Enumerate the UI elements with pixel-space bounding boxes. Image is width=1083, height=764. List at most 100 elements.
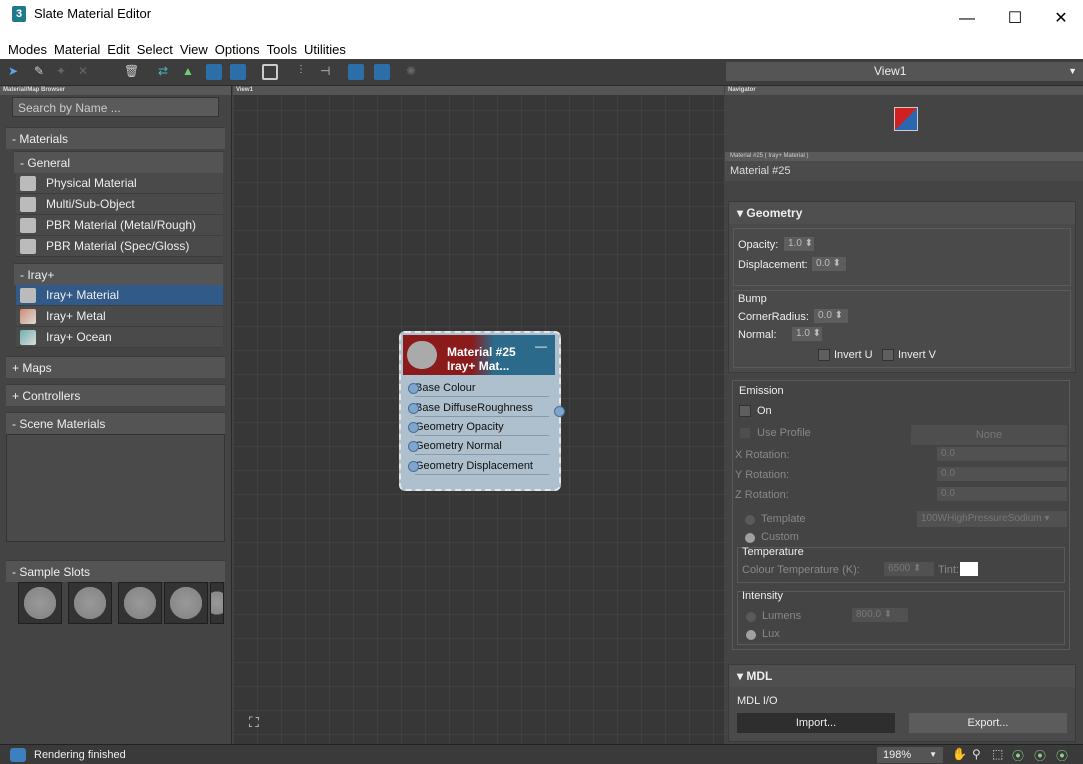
show-background-icon[interactable] (230, 64, 246, 80)
lux-radio[interactable] (746, 630, 756, 640)
sample-slot[interactable] (164, 582, 208, 624)
material-node[interactable]: Material #25 Iray+ Mat... — Base Colour … (399, 331, 565, 491)
view-selector[interactable]: View1 ▼ (726, 62, 1083, 81)
import-button[interactable]: Import... (737, 713, 895, 733)
emission-section: Emission On Use Profile None X Rotation:… (728, 378, 1076, 656)
opacity-spinner[interactable]: 1.0 ⬍ (784, 237, 814, 251)
menu-tools[interactable]: Tools (267, 40, 297, 59)
move-children-icon[interactable]: ⇄ (158, 64, 174, 80)
zoom-icon[interactable]: ⚲ (972, 747, 986, 761)
material-swatch-icon (20, 330, 36, 345)
node-slot-base-diffuse-roughness[interactable]: Base DiffuseRoughness (408, 399, 549, 417)
menu-options[interactable]: Options (215, 40, 260, 59)
show-shaded-icon[interactable] (206, 64, 222, 80)
tint-swatch[interactable] (960, 562, 978, 576)
invert-v-checkbox[interactable] (882, 349, 894, 361)
render-map-icon[interactable] (262, 64, 278, 80)
zoom-region-icon[interactable]: ⬚ (992, 747, 1006, 761)
scene-materials-section[interactable]: - Scene Materials (6, 412, 225, 434)
navigator-view[interactable] (725, 95, 1083, 152)
list-item[interactable]: Iray+ Material (16, 285, 223, 306)
select-by-material-icon[interactable]: ✺ (406, 64, 422, 80)
close-button[interactable]: ✕ (1038, 2, 1083, 36)
list-item[interactable]: PBR Material (Metal/Rough) (16, 215, 223, 236)
sample-slot[interactable] (68, 582, 112, 624)
search-input[interactable]: Search by Name ... (12, 97, 219, 117)
lumens-spinner[interactable]: 800.0 ⬍ (852, 608, 908, 622)
zoom-dropdown[interactable]: 198% ▼ (877, 747, 943, 763)
layout-all-icon[interactable]: ⋮ (296, 64, 312, 80)
sample-slot[interactable] (118, 582, 162, 624)
controllers-section[interactable]: + Controllers (6, 384, 225, 406)
mdl-rollout: ▾ MDL MDL I/O Import... Export... (728, 664, 1076, 742)
invert-u-checkbox[interactable] (818, 349, 830, 361)
node-slot-base-colour[interactable]: Base Colour (408, 379, 549, 397)
x-rotation-spinner[interactable]: 0.0 (937, 447, 1067, 461)
hide-unused-icon[interactable]: ▲ (182, 64, 198, 80)
corner-radius-spinner[interactable]: 0.0 ⬍ (814, 309, 848, 323)
menu-select[interactable]: Select (137, 40, 173, 59)
profile-button[interactable]: None (911, 425, 1067, 445)
delete-icon[interactable]: 🗑 (124, 64, 140, 80)
template-dropdown[interactable]: 100WHighPressureSodium ▾ (917, 511, 1067, 527)
materials-section[interactable]: - Materials (6, 127, 225, 149)
template-radio[interactable] (745, 515, 755, 525)
output-socket-icon[interactable] (554, 406, 565, 417)
assign-material-icon[interactable]: ✦ (56, 64, 72, 80)
use-profile-checkbox[interactable] (739, 427, 751, 439)
sample-slots-section[interactable]: - Sample Slots (6, 560, 225, 582)
select-tool-icon[interactable]: ➤ (8, 64, 24, 80)
displacement-spinner[interactable]: 0.0 ⬍ (812, 257, 846, 271)
sample-slot[interactable] (210, 582, 224, 624)
colour-temperature-spinner[interactable]: 6500 ⬍ (884, 562, 934, 576)
export-button[interactable]: Export... (909, 713, 1067, 733)
frame-all-selected-icon[interactable]: ⦿ (1056, 747, 1070, 763)
node-slot-geometry-opacity[interactable]: Geometry Opacity (408, 418, 549, 436)
list-item[interactable]: Physical Material (16, 173, 223, 194)
input-socket-icon[interactable] (408, 441, 419, 452)
input-socket-icon[interactable] (408, 422, 419, 433)
input-socket-icon[interactable] (408, 383, 419, 394)
node-view[interactable]: View1 Material #25 Iray+ Mat... — Base C… (233, 86, 724, 744)
input-socket-icon[interactable] (408, 403, 419, 414)
layout-children-icon[interactable]: ⊣ (320, 64, 336, 80)
pick-material-icon[interactable]: ✎ (34, 64, 50, 80)
normal-spinner[interactable]: 1.0 ⬍ (792, 327, 822, 341)
list-item[interactable]: Iray+ Ocean (16, 327, 223, 348)
general-section[interactable]: - General (14, 151, 223, 173)
list-item[interactable]: Iray+ Metal (16, 306, 223, 327)
node-header[interactable]: Material #25 Iray+ Mat... — (403, 335, 555, 375)
lumens-radio[interactable] (746, 612, 756, 622)
menu-modes[interactable]: Modes (8, 40, 47, 59)
input-socket-icon[interactable] (408, 461, 419, 472)
material-browser-icon[interactable] (348, 64, 364, 80)
emission-on-checkbox[interactable] (739, 405, 751, 417)
custom-radio[interactable] (745, 533, 755, 543)
scene-materials-list[interactable] (6, 434, 225, 542)
material-name-field[interactable]: Material #25 (725, 161, 1083, 181)
z-rotation-spinner[interactable]: 0.0 (937, 487, 1067, 501)
node-slot-geometry-normal[interactable]: Geometry Normal (408, 437, 549, 455)
maps-section[interactable]: + Maps (6, 356, 225, 378)
reset-map-icon[interactable]: ✕ (78, 64, 94, 80)
node-minimize-button[interactable]: — (535, 339, 547, 353)
pan-hand-icon[interactable]: ✋ (952, 747, 967, 761)
menu-view[interactable]: View (180, 40, 208, 59)
parameter-editor-icon[interactable] (374, 64, 390, 80)
menu-utilities[interactable]: Utilities (304, 40, 346, 59)
sample-slot[interactable] (18, 582, 62, 624)
y-rotation-spinner[interactable]: 0.0 (937, 467, 1067, 481)
binoculars-icon[interactable]: ⛶ (249, 714, 265, 730)
frame-selected-icon[interactable]: ⦿ (1012, 747, 1026, 763)
frame-all-icon[interactable]: ⦿ (1034, 747, 1048, 763)
menu-edit[interactable]: Edit (107, 40, 129, 59)
list-item[interactable]: PBR Material (Spec/Gloss) (16, 236, 223, 257)
minimize-button[interactable]: — (944, 2, 990, 36)
node-slot-geometry-displacement[interactable]: Geometry Displacement (408, 457, 549, 475)
list-item[interactable]: Multi/Sub-Object (16, 194, 223, 215)
mdl-rollout-header[interactable]: ▾ MDL (729, 665, 1075, 687)
maximize-button[interactable]: ☐ (992, 2, 1038, 36)
iray-section[interactable]: - Iray+ (14, 263, 223, 285)
menu-material[interactable]: Material (54, 40, 100, 59)
geometry-rollout-header[interactable]: ▾ Geometry (729, 202, 1075, 224)
